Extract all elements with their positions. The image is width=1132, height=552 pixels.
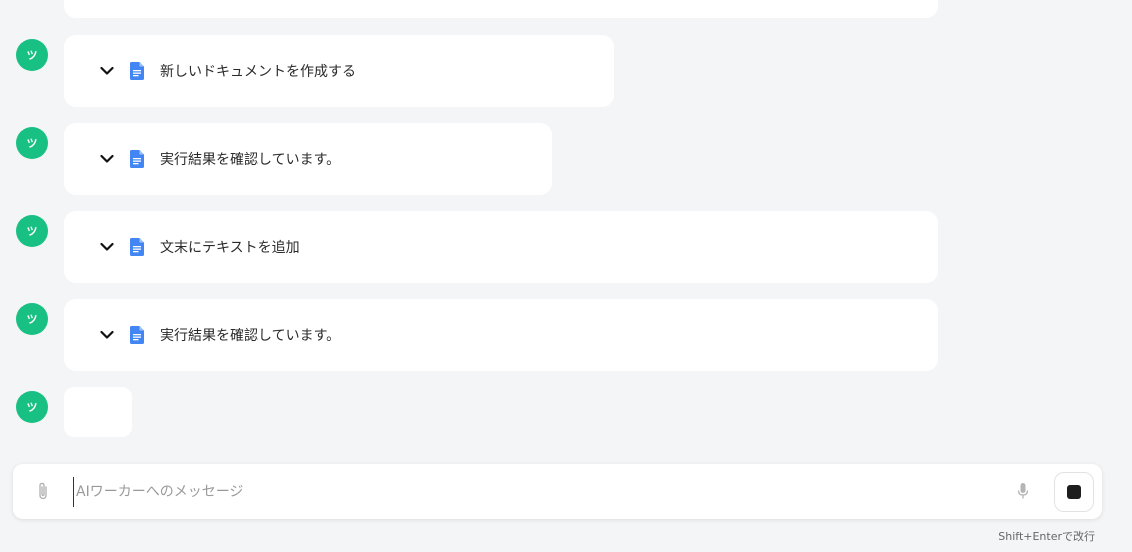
pending-message-card	[64, 387, 132, 437]
ai-avatar: ツ	[16, 39, 48, 71]
google-docs-icon	[128, 238, 146, 256]
ai-avatar: ツ	[16, 303, 48, 335]
action-label: 文末にテキストを追加	[160, 240, 300, 256]
stop-icon	[1067, 485, 1081, 499]
ai-avatar: ツ	[16, 391, 48, 423]
stop-button[interactable]	[1054, 472, 1094, 512]
action-card[interactable]: 文末にテキストを追加	[64, 211, 938, 283]
action-label: 実行結果を確認しています。	[160, 328, 341, 344]
google-docs-icon	[128, 326, 146, 344]
message-composer	[13, 464, 1102, 519]
chevron-down-icon[interactable]	[98, 150, 116, 168]
chevron-down-icon[interactable]	[98, 62, 116, 80]
action-label: 実行結果を確認しています。	[160, 152, 341, 168]
paperclip-icon[interactable]	[33, 480, 53, 502]
message-input[interactable]	[73, 477, 976, 507]
action-card[interactable]: 実行結果を確認しています。	[64, 123, 552, 195]
chevron-down-icon[interactable]	[98, 238, 116, 256]
chat-area: ツ 新しいドキュメントを作成する ツ 実行結果を確認しています。 ツ 文末にテキ…	[0, 0, 1132, 460]
ai-avatar: ツ	[16, 215, 48, 247]
ai-avatar: ツ	[16, 127, 48, 159]
action-label: 新しいドキュメントを作成する	[160, 64, 356, 80]
microphone-icon[interactable]	[1013, 480, 1033, 502]
previous-message-card	[64, 0, 938, 18]
action-card[interactable]: 新しいドキュメントを作成する	[64, 35, 614, 107]
action-card[interactable]: 実行結果を確認しています。	[64, 299, 938, 371]
google-docs-icon	[128, 62, 146, 80]
newline-hint: Shift+Enterで改行	[998, 530, 1095, 543]
google-docs-icon	[128, 150, 146, 168]
chevron-down-icon[interactable]	[98, 326, 116, 344]
